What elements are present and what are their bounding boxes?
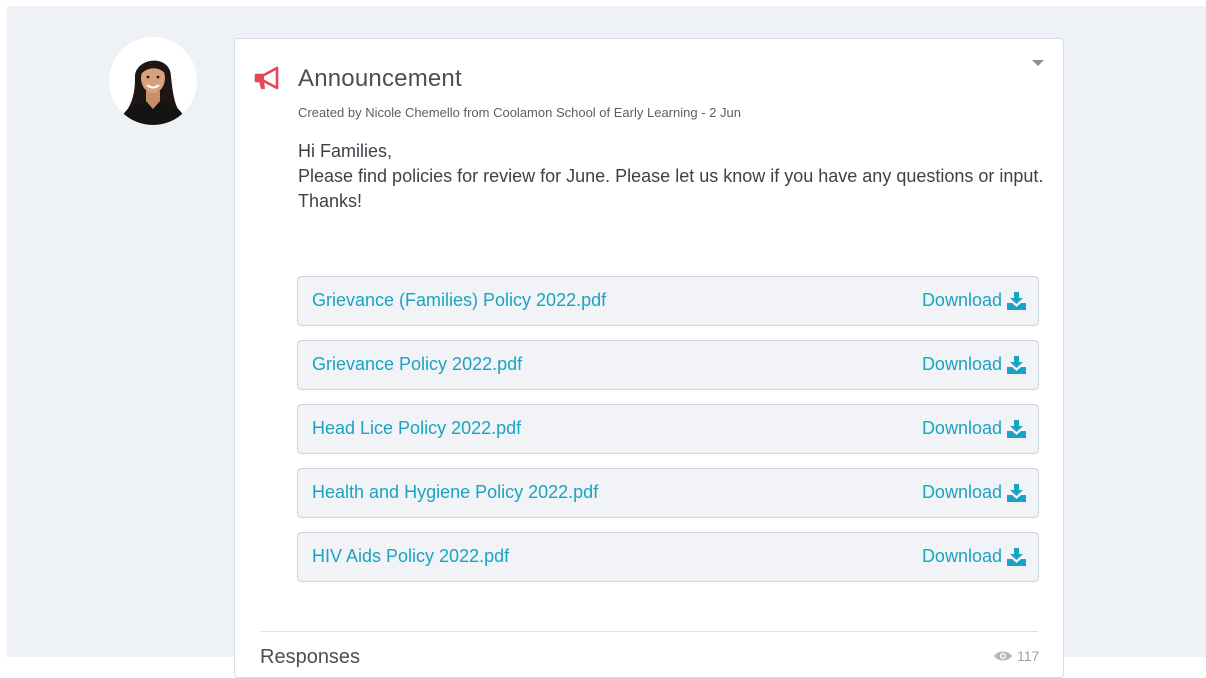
download-label[interactable]: Download — [922, 482, 1002, 503]
post-body: Hi Families, Please find policies for re… — [298, 139, 1048, 214]
post-meta: Created by Nicole Chemello from Coolamon… — [298, 105, 741, 120]
attachment-name[interactable]: Health and Hygiene Policy 2022.pdf — [312, 482, 598, 503]
attachment-item[interactable]: Grievance (Families) Policy 2022.pdf Dow… — [297, 276, 1039, 326]
attachment-item[interactable]: Health and Hygiene Policy 2022.pdf Downl… — [297, 468, 1039, 518]
view-count: 117 — [993, 648, 1039, 664]
eye-icon — [994, 651, 1012, 661]
section-divider — [260, 631, 1038, 632]
download-label[interactable]: Download — [922, 354, 1002, 375]
download-link[interactable]: Download — [922, 354, 1026, 375]
post-title: Announcement — [298, 65, 462, 92]
download-icon[interactable] — [1007, 419, 1026, 438]
download-icon[interactable] — [1007, 355, 1026, 374]
body-line: Please find policies for review for June… — [298, 166, 1044, 186]
attachment-name[interactable]: HIV Aids Policy 2022.pdf — [312, 546, 509, 567]
attachment-item[interactable]: HIV Aids Policy 2022.pdf Download — [297, 532, 1039, 582]
attachment-item[interactable]: Head Lice Policy 2022.pdf Download — [297, 404, 1039, 454]
download-label[interactable]: Download — [922, 418, 1002, 439]
attachment-item[interactable]: Grievance Policy 2022.pdf Download — [297, 340, 1039, 390]
body-line: Hi Families, — [298, 141, 393, 161]
attachment-name[interactable]: Head Lice Policy 2022.pdf — [312, 418, 521, 439]
responses-heading: Responses — [260, 646, 361, 668]
download-link[interactable]: Download — [922, 290, 1026, 311]
attachment-name[interactable]: Grievance Policy 2022.pdf — [312, 354, 522, 375]
body-line: Thanks! — [298, 191, 363, 211]
download-icon[interactable] — [1007, 483, 1026, 502]
announcement-card: Announcement Created by Nicole Chemello … — [234, 38, 1064, 678]
caret-down-icon[interactable] — [1032, 60, 1044, 66]
download-icon[interactable] — [1007, 291, 1026, 310]
megaphone-icon — [254, 66, 279, 90]
attachment-name[interactable]: Grievance (Families) Policy 2022.pdf — [312, 290, 606, 311]
download-label[interactable]: Download — [922, 546, 1002, 567]
view-count-value: 117 — [1017, 648, 1040, 664]
author-avatar[interactable] — [109, 37, 197, 125]
download-link[interactable]: Download — [922, 546, 1026, 567]
download-label[interactable]: Download — [922, 290, 1002, 311]
download-icon[interactable] — [1007, 547, 1026, 566]
download-link[interactable]: Download — [922, 418, 1026, 439]
download-link[interactable]: Download — [922, 482, 1026, 503]
attachment-list: Grievance (Families) Policy 2022.pdf Dow… — [297, 276, 1039, 596]
